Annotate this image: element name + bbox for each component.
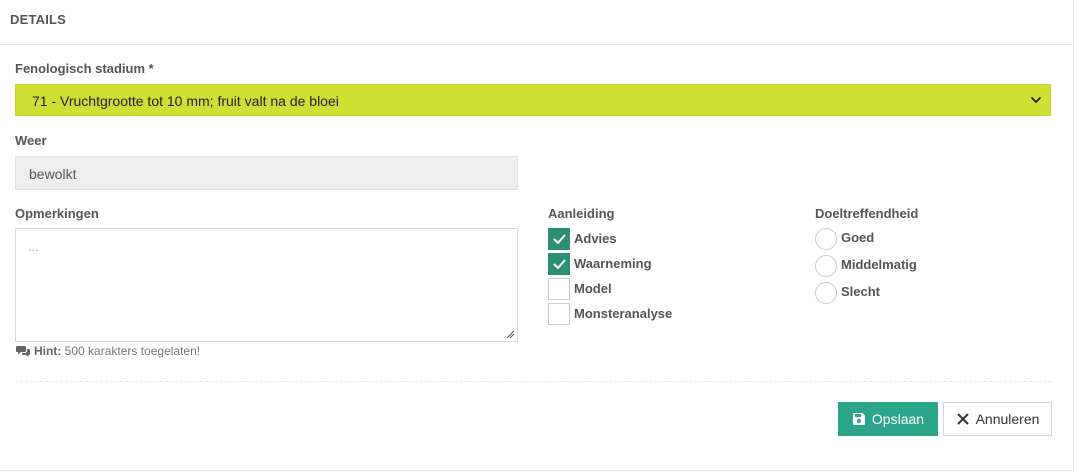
radio-label: Slecht	[841, 284, 881, 299]
chevron-down-icon	[1031, 97, 1041, 103]
resize-grip-icon[interactable]	[506, 330, 515, 339]
panel-header: DETAILS	[0, 0, 1073, 45]
checkbox-box[interactable]	[548, 303, 570, 325]
remarks-hint: Hint: 500 karakters toegelaten!	[16, 344, 200, 358]
stage-label: Fenologisch stadium *	[15, 61, 154, 76]
checkbox-box[interactable]	[548, 278, 570, 300]
hint-prefix: Hint:	[34, 344, 62, 358]
checkbox-label: Advies	[574, 231, 617, 246]
stage-selected-value: 71 - Vruchtgrootte tot 10 mm; fruit valt…	[32, 93, 339, 109]
checkbox-label: Monsteranalyse	[574, 306, 673, 321]
radio-circle[interactable]	[815, 228, 837, 250]
effectiveness-label: Doeltreffendheid	[815, 206, 919, 221]
hint-text: 500 karakters toegelaten!	[64, 344, 201, 358]
remarks-label: Opmerkingen	[15, 206, 99, 221]
checkbox-box[interactable]	[548, 228, 570, 250]
weather-label: Weer	[15, 133, 47, 148]
radio-label: Middelmatig	[841, 257, 917, 272]
details-panel: DETAILS Fenologisch stadium * 71 - Vruch…	[0, 0, 1074, 471]
radio-circle[interactable]	[815, 282, 837, 304]
cancel-button-label: Annuleren	[975, 411, 1040, 427]
panel-title: DETAILS	[10, 12, 67, 27]
stage-select[interactable]: 71 - Vruchtgrootte tot 10 mm; fruit valt…	[15, 84, 1051, 116]
checkbox-label: Waarneming	[574, 256, 652, 271]
floppy-disk-icon	[852, 413, 865, 425]
radio-circle[interactable]	[815, 255, 837, 277]
checkbox-box[interactable]	[548, 253, 570, 275]
comments-icon	[16, 346, 30, 357]
remarks-placeholder: ...	[28, 239, 39, 254]
weather-field: bewolkt	[15, 156, 518, 190]
checkbox-label: Model	[574, 281, 612, 296]
save-button[interactable]: Opslaan	[838, 402, 938, 436]
check-icon	[553, 234, 566, 244]
radio-label: Goed	[841, 230, 875, 245]
cancel-button[interactable]: Annuleren	[943, 402, 1052, 436]
check-icon	[553, 259, 566, 269]
reason-label: Aanleiding	[548, 206, 615, 221]
divider	[15, 381, 1052, 382]
weather-value: bewolkt	[29, 166, 77, 182]
remarks-textarea[interactable]: ...	[15, 228, 518, 342]
close-icon	[957, 413, 969, 425]
save-button-label: Opslaan	[871, 411, 925, 427]
